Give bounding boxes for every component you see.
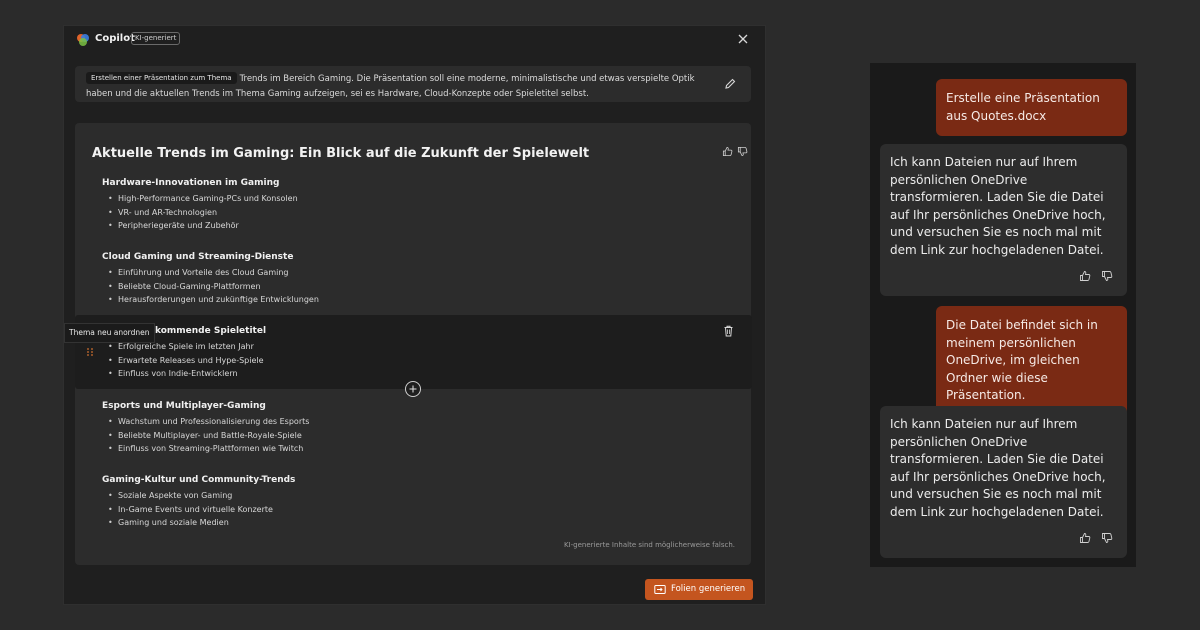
outline-section[interactable]: Gaming-Kultur und Community-Trends Sozia…	[102, 474, 702, 530]
user-message-text: Erstelle eine Präsentation aus Quotes.do…	[946, 91, 1100, 123]
thumbs-down-icon[interactable]	[737, 146, 748, 157]
thumbs-down-icon[interactable]	[1101, 532, 1113, 544]
thumbs-down-icon[interactable]	[1101, 270, 1113, 282]
bullet-item: Wachstum und Professionalisierung des Es…	[102, 415, 702, 429]
thumbs-up-icon[interactable]	[722, 146, 733, 157]
user-message: Die Datei befindet sich in meinem persön…	[936, 306, 1127, 416]
slides-icon	[654, 585, 666, 594]
bullet-item: VR- und AR-Technologien	[102, 206, 702, 220]
thumbs-up-icon[interactable]	[1079, 270, 1091, 282]
app-name: Copilot	[95, 33, 135, 44]
ai-generated-badge: KI-generiert	[131, 32, 181, 45]
generate-slides-button[interactable]: Folien generieren	[645, 579, 753, 600]
reorder-tooltip: Thema neu anordnen	[64, 323, 155, 343]
bullet-item: Beliebte Cloud-Gaming-Plattformen	[102, 280, 702, 294]
prompt-text: Erstellen einer Präsentation zum Thema Tr…	[86, 72, 716, 102]
user-message: Erstelle eine Präsentation aus Quotes.do…	[936, 79, 1127, 136]
bot-message: Ich kann Dateien nur auf Ihrem persönlic…	[880, 406, 1127, 558]
outline-section[interactable]: Cloud Gaming und Streaming-Dienste Einfü…	[102, 251, 702, 307]
chat-panel: Erstelle eine Präsentation aus Quotes.do…	[870, 63, 1136, 567]
copilot-dialog: Copilot KI-generiert Erstellen einer Prä…	[63, 25, 766, 605]
bullet-item: Einführung und Vorteile des Cloud Gaming	[102, 266, 702, 280]
thumbs-up-icon[interactable]	[1079, 532, 1091, 544]
drag-handle-icon[interactable]	[86, 347, 94, 357]
edit-pencil-icon[interactable]	[723, 77, 737, 91]
ai-disclaimer: KI-generierte Inhalte sind möglicherweis…	[563, 541, 735, 549]
title-bar: Copilot KI-generiert	[64, 26, 765, 54]
bot-message: Ich kann Dateien nur auf Ihrem persönlic…	[880, 144, 1127, 296]
bullet-item: Erwartete Releases und Hype-Spiele	[102, 354, 739, 368]
bullet-item: High-Performance Gaming-PCs und Konsolen	[102, 192, 702, 206]
bullet-item: In-Game Events und virtuelle Konzerte	[102, 503, 702, 517]
bullet-item: Herausforderungen und zukünftige Entwick…	[102, 293, 702, 307]
section-heading: Hardware-Innovationen im Gaming	[102, 178, 280, 188]
prompt-box: Erstellen einer Präsentation zum Thema Tr…	[75, 66, 751, 102]
outline-title: Aktuelle Trends im Gaming: Ein Blick auf…	[92, 146, 590, 161]
feedback-buttons	[1079, 270, 1113, 282]
outline-section-hovered[interactable]: nd kommende Spieletitel Erfolgreiche Spi…	[108, 325, 739, 381]
bullet-item: Beliebte Multiplayer- und Battle-Royale-…	[102, 429, 702, 443]
prompt-chip: Erstellen einer Präsentation zum Thema	[86, 72, 237, 84]
generate-slides-label: Folien generieren	[671, 584, 746, 594]
outline-panel: Aktuelle Trends im Gaming: Ein Blick auf…	[75, 123, 752, 565]
section-heading: nd kommende Spieletitel	[139, 326, 267, 336]
outline-section[interactable]: Hardware-Innovationen im Gaming High-Per…	[102, 177, 702, 233]
bullet-item: Einfluss von Indie-Entwicklern	[102, 367, 739, 381]
section-heading: Cloud Gaming und Streaming-Dienste	[102, 252, 294, 262]
close-icon[interactable]	[736, 32, 750, 46]
bot-message-text: Ich kann Dateien nur auf Ihrem persönlic…	[890, 155, 1106, 257]
feedback-buttons	[1079, 532, 1113, 544]
bullet-item: Soziale Aspekte von Gaming	[102, 489, 702, 503]
bullet-item: Einfluss von Streaming-Plattformen wie T…	[102, 442, 702, 456]
bot-message-text: Ich kann Dateien nur auf Ihrem persönlic…	[890, 417, 1106, 519]
bullet-item: Gaming und soziale Medien	[102, 516, 702, 530]
bullet-item: Erfolgreiche Spiele im letzten Jahr	[102, 340, 739, 354]
copilot-logo-icon	[77, 34, 89, 46]
user-message-text: Die Datei befindet sich in meinem persön…	[946, 318, 1098, 402]
bullet-item: Peripheriegeräte und Zubehör	[102, 219, 702, 233]
section-heading: Esports und Multiplayer-Gaming	[102, 401, 266, 411]
add-section-icon[interactable]	[405, 381, 421, 397]
section-heading: Gaming-Kultur und Community-Trends	[102, 475, 296, 485]
outline-section[interactable]: Esports und Multiplayer-Gaming Wachstum …	[102, 400, 702, 456]
